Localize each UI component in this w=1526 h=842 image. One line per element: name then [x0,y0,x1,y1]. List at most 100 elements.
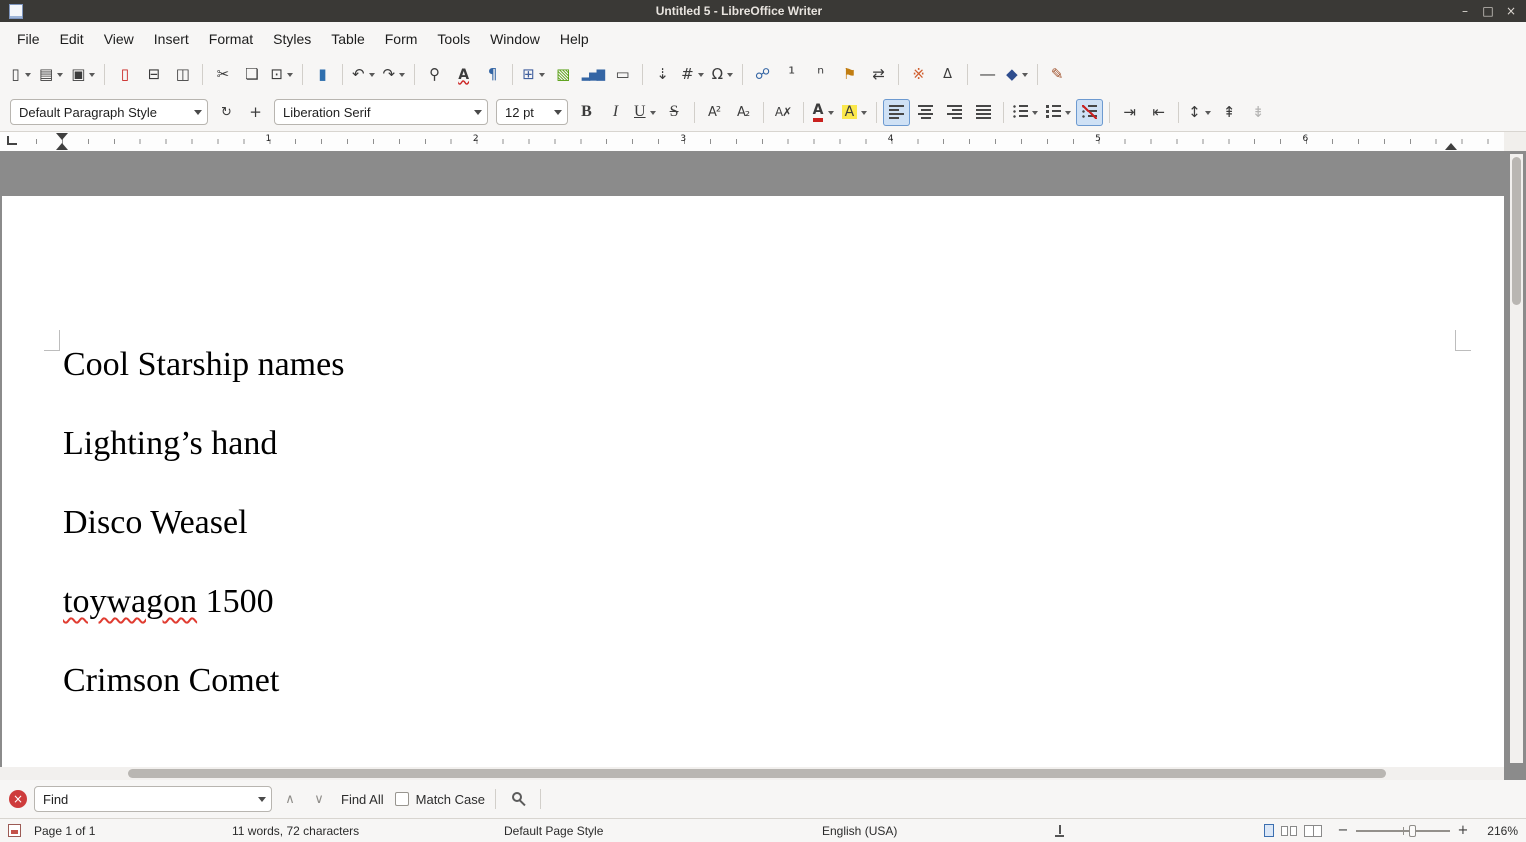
decrease-paragraph-spacing[interactable]: ⇟ [1245,99,1272,126]
search-input[interactable] [35,792,253,807]
insert-footnote[interactable]: ¹ [778,61,805,88]
text-run[interactable]: Disco Weasel [63,504,248,541]
insert-chart[interactable]: ▂▅▇ [579,61,607,88]
book-view-button[interactable] [1304,825,1322,837]
zoom-slider-thumb[interactable] [1409,825,1416,837]
basic-shapes[interactable]: ◆ [1003,61,1031,88]
menu-edit[interactable]: Edit [50,25,94,53]
restore-button[interactable]: □ [1478,2,1498,20]
italic[interactable]: I [602,99,629,126]
vertical-scrollbar[interactable] [1510,154,1523,763]
menu-help[interactable]: Help [550,25,599,53]
insert-endnote[interactable]: ⁿ [807,61,834,88]
decrease-indent[interactable]: ⇤ [1145,99,1172,126]
paragraph[interactable]: Crimson Comet [63,661,344,701]
chevron-down-icon[interactable] [549,100,567,124]
clone-formatting[interactable]: ▮ [309,61,336,88]
bold[interactable]: B [573,99,600,126]
page-style-status[interactable]: Default Page Style [504,824,822,838]
writer-app-icon[interactable] [9,4,23,19]
save[interactable]: ▣ [68,61,98,88]
print-preview[interactable]: ◫ [169,61,196,88]
zoom-slider[interactable] [1356,824,1450,838]
menu-format[interactable]: Format [199,25,263,53]
update-style[interactable]: ↻ [213,99,240,126]
find-and-replace-icon[interactable] [512,792,522,802]
copy[interactable]: ❏ [238,61,265,88]
insert-cross-reference[interactable]: ⇄ [865,61,892,88]
horizontal-scrollbar-thumb[interactable] [128,769,1386,778]
menu-tools[interactable]: Tools [427,25,480,53]
find-all-button[interactable]: Find All [337,792,388,807]
single-page-view-button[interactable] [1264,824,1274,837]
close-button[interactable]: × [1501,2,1521,20]
formatting-marks[interactable]: ¶ [479,61,506,88]
ordered-list[interactable] [1043,99,1074,126]
undo[interactable]: ↶ [349,61,378,88]
chevron-down-icon[interactable] [253,787,271,811]
underline[interactable]: U [631,99,659,126]
track-changes[interactable]: Δ [934,61,961,88]
export-pdf[interactable]: ▯ [111,61,138,88]
print[interactable]: ⊟ [140,61,167,88]
clear-direct-formatting[interactable]: A✗ [770,99,797,126]
horizontal-scrollbar[interactable] [0,767,1504,780]
redo[interactable]: ↷ [380,61,409,88]
text-run[interactable]: Cool Starship names [63,346,344,383]
chevron-down-icon[interactable] [469,100,487,124]
word-count-status[interactable]: 11 words, 72 characters [232,824,504,838]
highlighting-color[interactable]: A [839,99,871,126]
line-spacing[interactable]: ↕ [1185,99,1214,126]
paragraph[interactable]: toywagon 1500 [63,582,344,622]
increase-indent[interactable]: ⇥ [1116,99,1143,126]
paragraph[interactable]: Lighting’s hand [63,424,344,464]
menu-file[interactable]: File [7,25,50,53]
new-document[interactable]: ▯ [7,61,34,88]
paragraph-style-combobox[interactable]: Default Paragraph Style [10,99,208,125]
insert-textbox[interactable]: ▭ [609,61,636,88]
subscript[interactable]: A₂ [730,99,757,126]
font-name-combobox[interactable]: Liberation Serif [274,99,488,125]
chevron-down-icon[interactable] [189,100,207,124]
vertical-scrollbar-thumb[interactable] [1512,157,1521,305]
tab-stop-selector[interactable] [7,136,17,145]
insert-comment[interactable]: ※ [905,61,932,88]
first-line-indent-marker[interactable] [56,133,68,140]
no-list[interactable] [1076,99,1103,126]
right-indent-marker[interactable] [1445,143,1457,150]
paragraph[interactable]: Cool Starship names [63,345,344,385]
text-run[interactable]: Crimson Comet [63,662,279,699]
unordered-list[interactable] [1010,99,1041,126]
open[interactable]: ▤ [36,61,66,88]
page-number-status[interactable]: Page 1 of 1 [34,824,232,838]
superscript[interactable]: A² [701,99,728,126]
horizontal-ruler[interactable]: 123456 [0,132,1504,151]
insert-image[interactable]: ▧ [550,61,577,88]
show-draw-functions[interactable]: ✎ [1044,61,1071,88]
zoom-in-button[interactable]: + [1457,823,1469,838]
new-style[interactable]: + [242,99,269,126]
paragraph[interactable]: Disco Weasel [63,503,344,543]
font-size-combobox[interactable]: 12 pt [496,99,568,125]
zoom-out-button[interactable]: − [1337,823,1349,838]
misspelled-word[interactable]: toywagon [63,583,197,620]
find-combobox[interactable] [34,786,272,812]
insert-bookmark[interactable]: ⚑ [836,61,863,88]
insert-special-character[interactable]: Ω [709,61,736,88]
menu-table[interactable]: Table [321,25,374,53]
menu-form[interactable]: Form [375,25,428,53]
align-right[interactable] [941,99,968,126]
text-run[interactable]: 1500 [197,583,274,620]
minimize-button[interactable]: – [1455,2,1475,20]
paste[interactable]: ⊡ [267,61,296,88]
menu-insert[interactable]: Insert [144,25,199,53]
language-status[interactable]: English (USA) [822,824,1047,838]
close-find-bar-button[interactable]: × [9,790,27,808]
document-modified-icon[interactable] [8,824,21,837]
text-run[interactable]: Lighting’s hand [63,425,277,462]
increase-paragraph-spacing[interactable]: ⇞ [1216,99,1243,126]
find-previous-button[interactable]: ∧ [279,787,301,811]
find-and-replace[interactable]: ⚲ [421,61,448,88]
auto-spellcheck[interactable]: A [450,61,477,88]
strikethrough[interactable]: S [661,99,688,126]
